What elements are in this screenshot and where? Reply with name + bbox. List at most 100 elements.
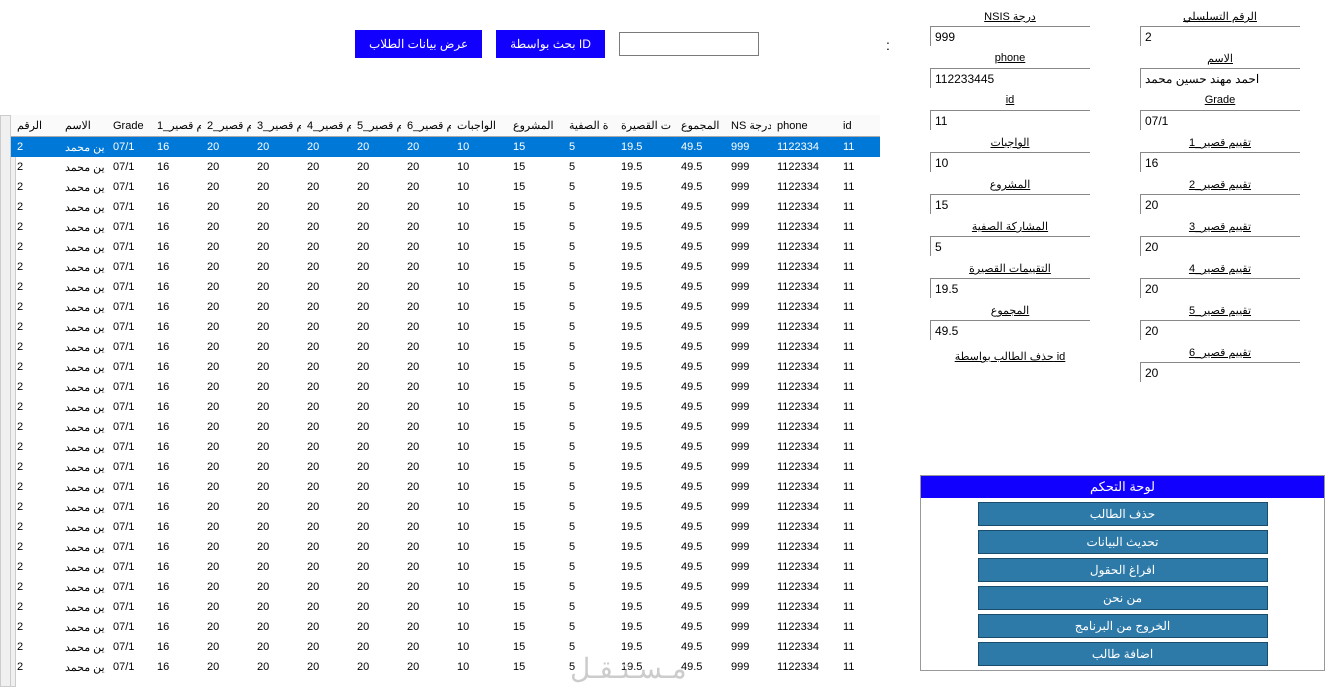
control-panel-button[interactable]: من نحن <box>978 586 1268 610</box>
control-panel-button[interactable]: افراغ الحقول <box>978 558 1268 582</box>
table-row[interactable]: 2ين محمد07/11620202020201015519.549.5999… <box>11 537 880 557</box>
table-row[interactable]: 2ين محمد07/11620202020201015519.549.5999… <box>11 557 880 577</box>
grid-body[interactable]: 2ين محمد07/11620202020201015519.549.5999… <box>11 137 880 685</box>
table-row[interactable]: 2ين محمد07/11620202020201015519.549.5999… <box>11 477 880 497</box>
table-row[interactable]: 2ين محمد07/11620202020201015519.549.5999… <box>11 417 880 437</box>
table-row[interactable]: 2ين محمد07/11620202020201015519.549.5999… <box>11 357 880 377</box>
grid-cell: 07/1 <box>107 541 151 553</box>
table-row[interactable]: 2ين محمد07/11620202020201015519.549.5999… <box>11 217 880 237</box>
field-input[interactable] <box>1140 68 1300 88</box>
table-row[interactable]: 2ين محمد07/11620202020201015519.549.5999… <box>11 177 880 197</box>
grid-cell: 999 <box>725 621 771 633</box>
field-input[interactable] <box>930 68 1090 88</box>
grid-cell: 1122334 <box>771 201 837 213</box>
field-input[interactable] <box>930 26 1090 46</box>
grid-cell: 11 <box>837 161 867 173</box>
grid-cell: 20 <box>301 241 351 253</box>
table-row[interactable]: 2ين محمد07/11620202020201015519.549.5999… <box>11 597 880 617</box>
field-input[interactable] <box>1140 362 1300 382</box>
grid-header-cell[interactable]: المجموع <box>675 119 725 132</box>
table-row[interactable]: 2ين محمد07/11620202020201015519.549.5999… <box>11 137 880 157</box>
grid-header-cell[interactable]: phone <box>771 120 837 132</box>
grid-cell: 20 <box>301 261 351 273</box>
grid-cell: 20 <box>251 561 301 573</box>
table-row[interactable]: 2ين محمد07/11620202020201015519.549.5999… <box>11 197 880 217</box>
table-row[interactable]: 2ين محمد07/11620202020201015519.549.5999… <box>11 397 880 417</box>
grid-cell: ين محمد <box>59 261 107 274</box>
grid-header-cell[interactable]: م قصير_5 <box>351 119 401 132</box>
field-input[interactable] <box>1140 278 1300 298</box>
table-row[interactable]: 2ين محمد07/11620202020201015519.549.5999… <box>11 277 880 297</box>
search-input[interactable] <box>619 32 759 56</box>
table-row[interactable]: 2ين محمد07/11620202020201015519.549.5999… <box>11 337 880 357</box>
grid-header-cell[interactable]: م قصير_1 <box>151 119 201 132</box>
grid-cell: 19.5 <box>615 421 675 433</box>
grid-cell: 11 <box>837 661 867 673</box>
control-panel-button[interactable]: تحديث البيانات <box>978 530 1268 554</box>
table-row[interactable]: 2ين محمد07/11620202020201015519.549.5999… <box>11 257 880 277</box>
field-input[interactable] <box>1140 320 1300 340</box>
field-input[interactable] <box>930 194 1090 214</box>
view-students-button[interactable]: عرض بيانات الطلاب <box>355 30 482 58</box>
table-row[interactable]: 2ين محمد07/11620202020201015519.549.5999… <box>11 637 880 657</box>
control-panel-button[interactable]: الخروج من البرنامج <box>978 614 1268 638</box>
table-row[interactable]: 2ين محمد07/11620202020201015519.549.5999… <box>11 457 880 477</box>
grid-header-cell[interactable]: Grade <box>107 120 151 132</box>
grid-cell: 5 <box>563 221 615 233</box>
grid-header-cell[interactable]: م قصير_4 <box>301 119 351 132</box>
field-input[interactable] <box>1140 26 1300 46</box>
field-input[interactable] <box>930 278 1090 298</box>
grid-header-cell[interactable]: id <box>837 120 867 132</box>
grid-header-cell[interactable]: م قصير_2 <box>201 119 251 132</box>
grid-header-cell[interactable]: م قصير_6 <box>401 119 451 132</box>
search-by-id-button[interactable]: بحث بواسطة ID <box>496 30 605 58</box>
grid-cell: 20 <box>201 161 251 173</box>
grid-cell: 20 <box>201 281 251 293</box>
field-input[interactable] <box>930 152 1090 172</box>
grid-cell: 16 <box>151 481 201 493</box>
table-row[interactable]: 2ين محمد07/11620202020201015519.549.5999… <box>11 297 880 317</box>
grid-header-cell[interactable]: الاسم <box>59 119 107 132</box>
table-row[interactable]: 2ين محمد07/11620202020201015519.549.5999… <box>11 317 880 337</box>
grid-cell: 15 <box>507 541 563 553</box>
grid-header-cell[interactable]: م قصير_3 <box>251 119 301 132</box>
field-input[interactable] <box>930 110 1090 130</box>
data-grid[interactable]: الرقمالاسمGradeم قصير_1م قصير_2م قصير_3م… <box>10 115 880 687</box>
field-label: Grade <box>1140 94 1300 109</box>
table-row[interactable]: 2ين محمد07/11620202020201015519.549.5999… <box>11 437 880 457</box>
table-row[interactable]: 2ين محمد07/11620202020201015519.549.5999… <box>11 617 880 637</box>
table-row[interactable]: 2ين محمد07/11620202020201015519.549.5999… <box>11 577 880 597</box>
table-row[interactable]: 2ين محمد07/11620202020201015519.549.5999… <box>11 237 880 257</box>
grid-header-cell[interactable]: الرقم <box>11 119 59 132</box>
table-row[interactable]: 2ين محمد07/11620202020201015519.549.5999… <box>11 497 880 517</box>
field-input[interactable] <box>1140 110 1300 130</box>
grid-header-cell[interactable]: الواجبات <box>451 119 507 132</box>
table-row[interactable]: 2ين محمد07/11620202020201015519.549.5999… <box>11 157 880 177</box>
grid-cell: 11 <box>837 321 867 333</box>
field-input[interactable] <box>1140 236 1300 256</box>
grid-cell: 2 <box>11 401 59 413</box>
grid-cell: 20 <box>201 261 251 273</box>
grid-cell: 10 <box>451 421 507 433</box>
grid-cell: 20 <box>251 241 301 253</box>
table-row[interactable]: 2ين محمد07/11620202020201015519.549.5999… <box>11 517 880 537</box>
grid-cell: 2 <box>11 381 59 393</box>
table-row[interactable]: 2ين محمد07/11620202020201015519.549.5999… <box>11 377 880 397</box>
grid-header-cell[interactable]: ت القصيرة <box>615 119 675 132</box>
control-panel-button[interactable]: حذف الطالب <box>978 502 1268 526</box>
grid-header-cell[interactable]: ة الصفية <box>563 119 615 132</box>
field-input[interactable] <box>1140 194 1300 214</box>
field-input[interactable] <box>930 320 1090 340</box>
grid-header-cell[interactable]: NS درجة <box>725 119 771 132</box>
colon-text: : <box>886 37 890 53</box>
grid-cell: 20 <box>301 321 351 333</box>
table-row[interactable]: 2ين محمد07/11620202020201015519.549.5999… <box>11 657 880 677</box>
grid-header-cell[interactable]: المشروع <box>507 119 563 132</box>
field-input[interactable] <box>930 236 1090 256</box>
grid-cell: 15 <box>507 461 563 473</box>
grid-cell: 20 <box>401 601 451 613</box>
grid-cell: 1122334 <box>771 581 837 593</box>
control-panel-button[interactable]: اضافة طالب <box>978 642 1268 666</box>
grid-cell: 49.5 <box>675 141 725 153</box>
field-input[interactable] <box>1140 152 1300 172</box>
